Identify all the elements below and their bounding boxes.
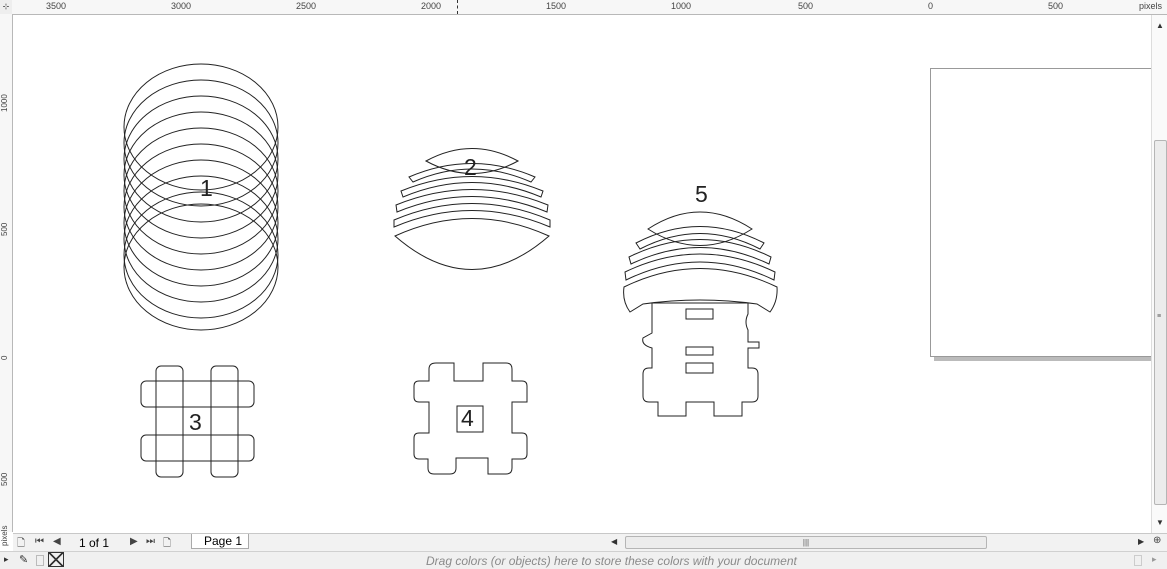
zoom-icon[interactable]: ⊕ <box>1153 535 1161 546</box>
tray-expand-icon[interactable]: ▸ <box>4 554 9 565</box>
ruler-label: 2000 <box>421 1 442 11</box>
grip-icon: ≡ <box>1157 313 1162 320</box>
drawing-canvas[interactable]: 1 2 3 4 5 <box>13 15 1152 533</box>
shape-label-5: 5 <box>695 181 708 207</box>
ruler-label: 1000 <box>671 1 692 11</box>
vertical-scrollbar[interactable]: ▲ ≡ ▼ <box>1151 15 1167 533</box>
shape-label-2: 2 <box>464 154 477 180</box>
shape-label-3: 3 <box>189 409 202 435</box>
ruler-label: 0 <box>0 355 9 360</box>
ruler-position-marker <box>457 0 458 14</box>
shape-label-1: 1 <box>200 175 213 201</box>
ruler-label: 1000 <box>0 94 9 112</box>
last-page-icon[interactable]: ⏭ <box>146 536 155 547</box>
ruler-label: 3500 <box>46 1 67 11</box>
horizontal-ruler[interactable]: 3500 3000 2500 2000 1500 1000 500 0 500 … <box>12 0 1167 15</box>
no-color-swatch-icon[interactable] <box>48 552 64 567</box>
first-page-icon[interactable]: ⏮ <box>35 536 44 547</box>
color-tray-hint: Drag colors (or objects) here to store t… <box>426 554 797 568</box>
page-navigator: 🗋 ⏮ ◀ 1 of 1 ▶ ⏭ 🗋 Page 1 ◀ ||| ▶ ⊕ <box>13 533 1167 551</box>
ruler-label: 500 <box>0 222 9 236</box>
scroll-down-icon[interactable]: ▼ <box>1156 518 1164 527</box>
tab-page-1[interactable]: Page 1 <box>191 534 249 549</box>
tray-scroll-icon[interactable]: ▸ <box>1152 554 1157 565</box>
next-page-icon[interactable]: ▶ <box>130 536 138 547</box>
ruler-label: 500 <box>798 1 814 11</box>
vertical-ruler[interactable]: 1000 500 0 500 pixels <box>0 14 13 546</box>
ruler-label: 500 <box>1048 1 1064 11</box>
ruler-label: 1500 <box>546 1 567 11</box>
tray-swatch-icon <box>1134 555 1142 566</box>
eyedropper-icon[interactable]: ✎ <box>19 553 28 566</box>
previous-page-icon[interactable]: ◀ <box>53 536 61 547</box>
scroll-up-icon[interactable]: ▲ <box>1156 21 1164 30</box>
ruler-label: 0 <box>928 1 934 11</box>
horizontal-scrollbar[interactable]: ◀ ||| ▶ <box>611 535 1156 549</box>
tray-swatch-icon <box>36 555 44 566</box>
page-boundary <box>930 68 1152 357</box>
color-tray[interactable]: ▸ ✎ Drag colors (or objects) here to sto… <box>0 551 1167 569</box>
ruler-unit-label: pixels <box>0 525 9 546</box>
ruler-label: 2500 <box>296 1 317 11</box>
vertical-scroll-thumb[interactable]: ≡ <box>1154 140 1167 505</box>
horizontal-scroll-thumb[interactable]: ||| <box>625 536 987 549</box>
page-count: 1 of 1 <box>79 536 110 550</box>
shape-5-dome-stand[interactable] <box>623 211 778 417</box>
scroll-left-icon[interactable]: ◀ <box>611 537 617 546</box>
shape-label-4: 4 <box>461 405 474 431</box>
scroll-right-icon[interactable]: ▶ <box>1138 537 1144 546</box>
ruler-label: 3000 <box>171 1 192 11</box>
ruler-label: 500 <box>0 472 9 486</box>
ruler-unit-label: pixels <box>1139 1 1163 11</box>
